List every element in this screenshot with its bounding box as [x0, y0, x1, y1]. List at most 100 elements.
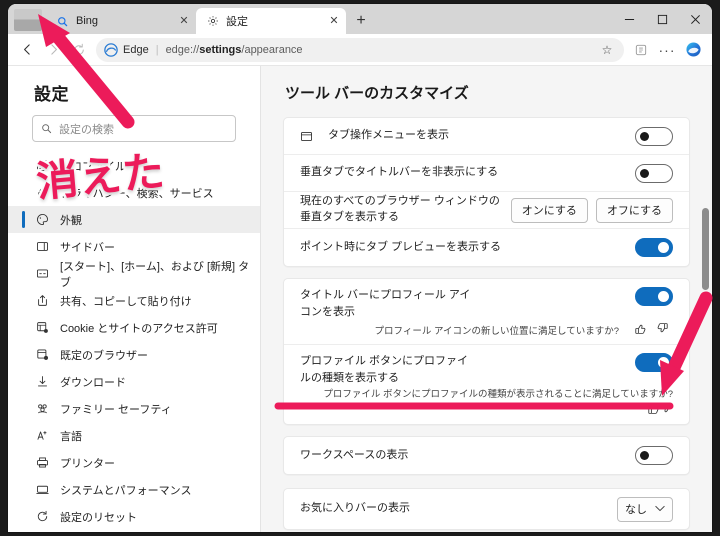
sidebar-item-languages[interactable]: 言語 [8, 422, 260, 449]
new-tab-button[interactable]: + [348, 8, 374, 34]
palette-icon [34, 212, 50, 228]
setting-row-tab-actions-menu: タブ操作メニューを表示 [284, 118, 689, 155]
download-icon [34, 374, 50, 390]
setting-label: タブ操作メニューを表示 [328, 129, 449, 142]
omnibox-url: edge://settings/appearance [165, 43, 303, 56]
setting-label: プロファイル ボタンにプロファイルの種類を表示する [300, 355, 469, 384]
sidebar-item-share-copy-paste[interactable]: 共有、コピーして貼り付け [8, 287, 260, 314]
toggle-hide-titlebar-vertical-tabs[interactable] [635, 163, 673, 183]
copilot-icon[interactable] [680, 37, 706, 63]
language-icon [34, 428, 50, 444]
settings-content: ツール バーのカスタマイズ タブ操作メニューを表示 垂直タブでタイトルバーを非表… [261, 66, 712, 532]
share-icon [34, 293, 50, 309]
tab-strip: Bing ✕ 設定 ✕ + [8, 4, 712, 34]
thumbs-down-icon[interactable] [651, 322, 673, 338]
favorite-star-icon[interactable]: ☆ [598, 43, 616, 57]
sidebar-item-appearance[interactable]: 外観 [8, 206, 260, 233]
toggle-profile-icon-titlebar[interactable] [635, 287, 673, 306]
system-icon [34, 482, 50, 498]
browser-window: Bing ✕ 設定 ✕ + Edge | edge://settings/app… [8, 4, 712, 532]
setting-row-profile-icon-titlebar: タイトル バーにプロフィール アイコンを表示 プロフィール アイコンの新しい位置… [284, 279, 689, 345]
sidebar-item-label: 言語 [60, 430, 82, 443]
sidebar-item-cookies[interactable]: Cookie とサイトのアクセス許可 [8, 314, 260, 341]
section-heading: ツール バーのカスタマイズ [285, 85, 469, 102]
sidebar-item-default-browser[interactable]: 既定のブラウザー [8, 341, 260, 368]
select-value: なし [625, 504, 647, 516]
search-placeholder: 設定の検索 [59, 123, 114, 136]
sidebar-item-printers[interactable]: プリンター [8, 449, 260, 476]
scrollbar-thumb[interactable] [702, 208, 709, 290]
setting-row-profile-type-on-button: プロファイル ボタンにプロファイルの種類を表示する プロファイル ボタンにプロフ… [284, 345, 689, 424]
maximize-button[interactable] [646, 4, 679, 34]
thumbs-up-icon[interactable] [647, 402, 660, 418]
setting-row-vertical-tabs-all-windows: 現在のすべてのブラウザー ウィンドウの垂直タブを表示する オンにする オフにする [284, 192, 689, 229]
turn-on-button[interactable]: オンにする [510, 197, 588, 223]
workspaces-card: ワークスペースの表示 [283, 436, 690, 475]
tab-close-button[interactable]: ✕ [326, 13, 342, 29]
default-browser-icon [34, 347, 50, 363]
thumbs-up-icon[interactable] [629, 322, 651, 338]
search-icon [41, 123, 52, 134]
collections-icon[interactable] [628, 37, 654, 63]
back-button[interactable] [14, 37, 40, 63]
search-icon [56, 15, 69, 28]
setting-label: ワークスペースの表示 [300, 448, 409, 461]
thumbs-down-icon[interactable] [660, 402, 673, 418]
sidebar-icon [34, 239, 50, 255]
toggle-tab-preview-on-hover[interactable] [635, 238, 673, 257]
tab-actions-icon [300, 130, 316, 143]
content-scrollbar[interactable] [702, 66, 709, 532]
reset-icon [34, 509, 50, 525]
sidebar-item-label: [スタート]、[ホーム]、および [新規] タブ [60, 260, 250, 289]
sidebar-item-label: 共有、コピーして貼り付け [60, 295, 192, 308]
feedback-row: プロファイル ボタンにプロファイルの種類が表示されることに満足していますか? [300, 386, 673, 418]
setting-row-tab-preview-on-hover: ポイント時にタブ プレビューを表示する [284, 229, 689, 266]
toggle-tab-actions-menu[interactable] [635, 126, 673, 146]
tab-bing[interactable]: Bing ✕ [46, 8, 196, 34]
printer-icon [34, 455, 50, 471]
feedback-question: プロフィール アイコンの新しい位置に満足していますか? [374, 326, 619, 337]
setting-label: タイトル バーにプロフィール アイコンを表示 [300, 289, 471, 318]
setting-label: 垂直タブでタイトルバーを非表示にする [300, 166, 499, 179]
setting-label: 現在のすべてのブラウザー ウィンドウの垂直タブを表示する [300, 195, 500, 223]
sidebar-item-label: プリンター [60, 457, 115, 470]
minimize-button[interactable] [613, 4, 646, 34]
tab-title: Bing [76, 15, 99, 27]
sidebar-item-start-home-new-tab[interactable]: [スタート]、[ホーム]、および [新規] タブ [8, 260, 260, 289]
setting-row-show-favorites-bar: お気に入りバーの表示 なし [284, 489, 689, 529]
callout-text: 消えた [32, 144, 170, 209]
search-input[interactable]: 設定の検索 [32, 115, 236, 142]
sidebar-item-label: 既定のブラウザー [60, 349, 148, 362]
refresh-button[interactable] [66, 37, 92, 63]
toggle-show-workspaces[interactable] [635, 446, 673, 465]
profile-icon-card: タイトル バーにプロフィール アイコンを表示 プロフィール アイコンの新しい位置… [283, 278, 690, 425]
tab-close-button[interactable]: ✕ [176, 13, 192, 29]
toggle-profile-type-on-button[interactable] [635, 353, 673, 372]
sidebar-item-downloads[interactable]: ダウンロード [8, 368, 260, 395]
navigation-toolbar: Edge | edge://settings/appearance ☆ ··· [8, 34, 712, 66]
close-button[interactable] [679, 4, 712, 34]
feedback-row: プロフィール アイコンの新しい位置に満足していますか? [300, 322, 673, 338]
sidebar-item-phone-other-devices[interactable]: スマートフォンとその他のデバイス [8, 530, 260, 532]
turn-off-button[interactable]: オフにする [595, 197, 673, 223]
setting-label: お気に入りバーの表示 [300, 502, 410, 515]
toolbar-right-buttons: ··· [628, 37, 706, 63]
setting-row-show-workspaces: ワークスペースの表示 [284, 437, 689, 474]
toolbar-tabs-card: タブ操作メニューを表示 垂直タブでタイトルバーを非表示にする 現在のすべてのブラ… [283, 117, 690, 267]
sidebar-item-label: システムとパフォーマンス [60, 484, 192, 497]
omnibox-brand: Edge [123, 43, 149, 56]
address-bar[interactable]: Edge | edge://settings/appearance ☆ [96, 37, 624, 62]
setting-row-hide-titlebar-vertical-tabs: 垂直タブでタイトルバーを非表示にする [284, 155, 689, 192]
sidebar-item-reset-settings[interactable]: 設定のリセット [8, 503, 260, 530]
favorites-bar-select[interactable]: なし [617, 496, 673, 522]
more-options-icon[interactable]: ··· [654, 37, 680, 63]
forward-button[interactable] [40, 37, 66, 63]
settings-sidebar: 設定 設定の検索 プロファイル プライバシー、検索、サービス 外観 サイドバー … [8, 66, 260, 532]
sidebar-item-family-safety[interactable]: ファミリー セーフティ [8, 395, 260, 422]
sidebar-item-system-performance[interactable]: システムとパフォーマンス [8, 476, 260, 503]
sidebar-item-sidebar[interactable]: サイドバー [8, 233, 260, 260]
sidebar-item-label: ファミリー セーフティ [60, 403, 172, 416]
tab-settings[interactable]: 設定 ✕ [196, 8, 346, 34]
setting-label: ポイント時にタブ プレビューを表示する [300, 240, 502, 253]
sidebar-item-label: Cookie とサイトのアクセス許可 [60, 322, 218, 335]
